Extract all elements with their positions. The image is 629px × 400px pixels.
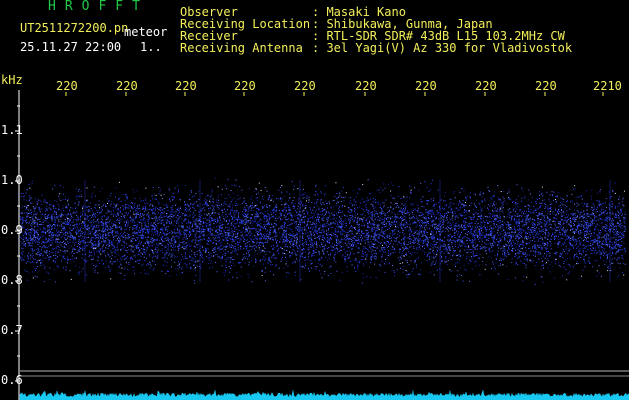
y-tick-label: 0.6 xyxy=(1,373,23,387)
antenna-row: Receiving Antenna : 3el Yagi(V) Az 330 fo… xyxy=(180,42,572,54)
date-time: 25.11.27 22:00 xyxy=(20,40,122,54)
frequency-unit-label: kHz xyxy=(1,73,23,87)
info-key: Receiving Antenna xyxy=(180,41,303,55)
y-tick-label: 1.0 xyxy=(1,173,23,187)
file-name: UT2511272200.pn xyxy=(20,21,129,35)
counter: 1.. xyxy=(140,40,162,54)
y-tick-label: 0.7 xyxy=(1,323,23,337)
info-value: : 3el Yagi(V) Az 330 for Vladivostok xyxy=(312,41,573,55)
y-tick-label: 0.9 xyxy=(1,223,23,237)
y-tick-label: 1.1 xyxy=(1,123,23,137)
time-tick-label: 220 xyxy=(175,79,197,93)
time-tick-label: 220 xyxy=(475,79,497,93)
time-tick-label: 2210 xyxy=(593,79,622,93)
mode-label: meteor xyxy=(124,25,168,39)
time-tick-label: 220 xyxy=(294,79,316,93)
app-title: HROFFT xyxy=(48,0,149,14)
time-tick-label: 220 xyxy=(535,79,557,93)
time-tick-label: 220 xyxy=(116,79,138,93)
spectrogram-canvas xyxy=(15,90,629,400)
time-tick-label: 220 xyxy=(355,79,377,93)
time-tick-label: 220 xyxy=(56,79,78,93)
signal-band xyxy=(20,177,626,285)
time-tick-label: 220 xyxy=(234,79,256,93)
y-tick-label: 0.8 xyxy=(1,273,23,287)
noise-floor-trace xyxy=(19,389,629,400)
time-tick-label: 220 xyxy=(415,79,437,93)
